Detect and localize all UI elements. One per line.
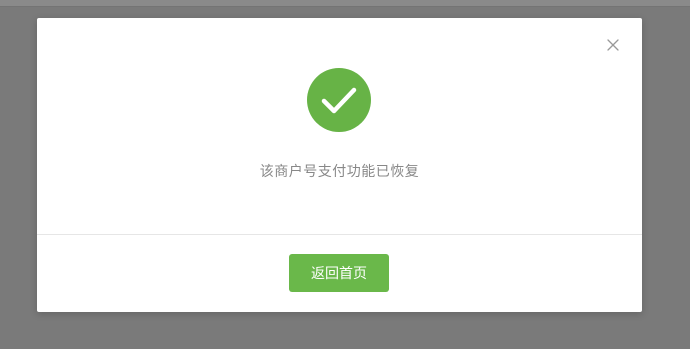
close-icon [607,39,619,51]
dialog-divider [37,234,642,235]
success-dialog: 该商户号支付功能已恢复 返回首页 [37,18,642,312]
background-header-strip [0,0,690,7]
success-status-icon [307,68,371,132]
close-button[interactable] [604,36,622,54]
status-message: 该商户号支付功能已恢复 [259,164,420,180]
return-home-button[interactable]: 返回首页 [289,254,389,292]
checkmark-icon [321,87,357,114]
